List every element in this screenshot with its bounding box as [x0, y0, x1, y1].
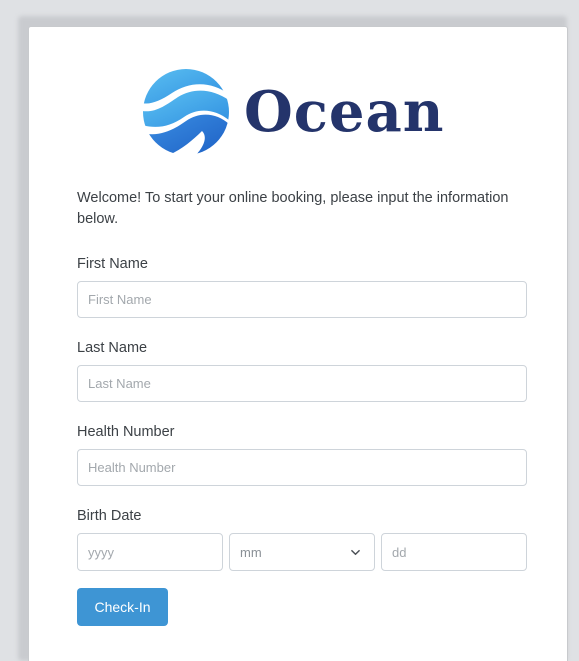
welcome-message: Welcome! To start your online booking, p…	[77, 190, 509, 227]
birth-day-input[interactable]	[381, 533, 527, 571]
birth-year-input[interactable]	[77, 533, 223, 571]
last-name-input[interactable]	[77, 365, 527, 402]
ocean-logo: Ocean	[142, 64, 445, 159]
ocean-wave-globe-icon	[143, 68, 229, 155]
birth-month-value: mm	[240, 544, 262, 560]
brand-name: Ocean	[244, 78, 445, 145]
birth-date-label: Birth Date	[77, 508, 142, 524]
check-in-button[interactable]: Check-In	[77, 588, 168, 626]
first-name-input[interactable]	[77, 281, 527, 318]
health-number-label: Health Number	[77, 424, 175, 440]
first-name-label: First Name	[77, 256, 148, 272]
birth-month-select[interactable]: mm	[229, 533, 375, 571]
health-number-input[interactable]	[77, 449, 527, 486]
chevron-down-icon	[351, 549, 360, 555]
last-name-label: Last Name	[77, 340, 148, 356]
